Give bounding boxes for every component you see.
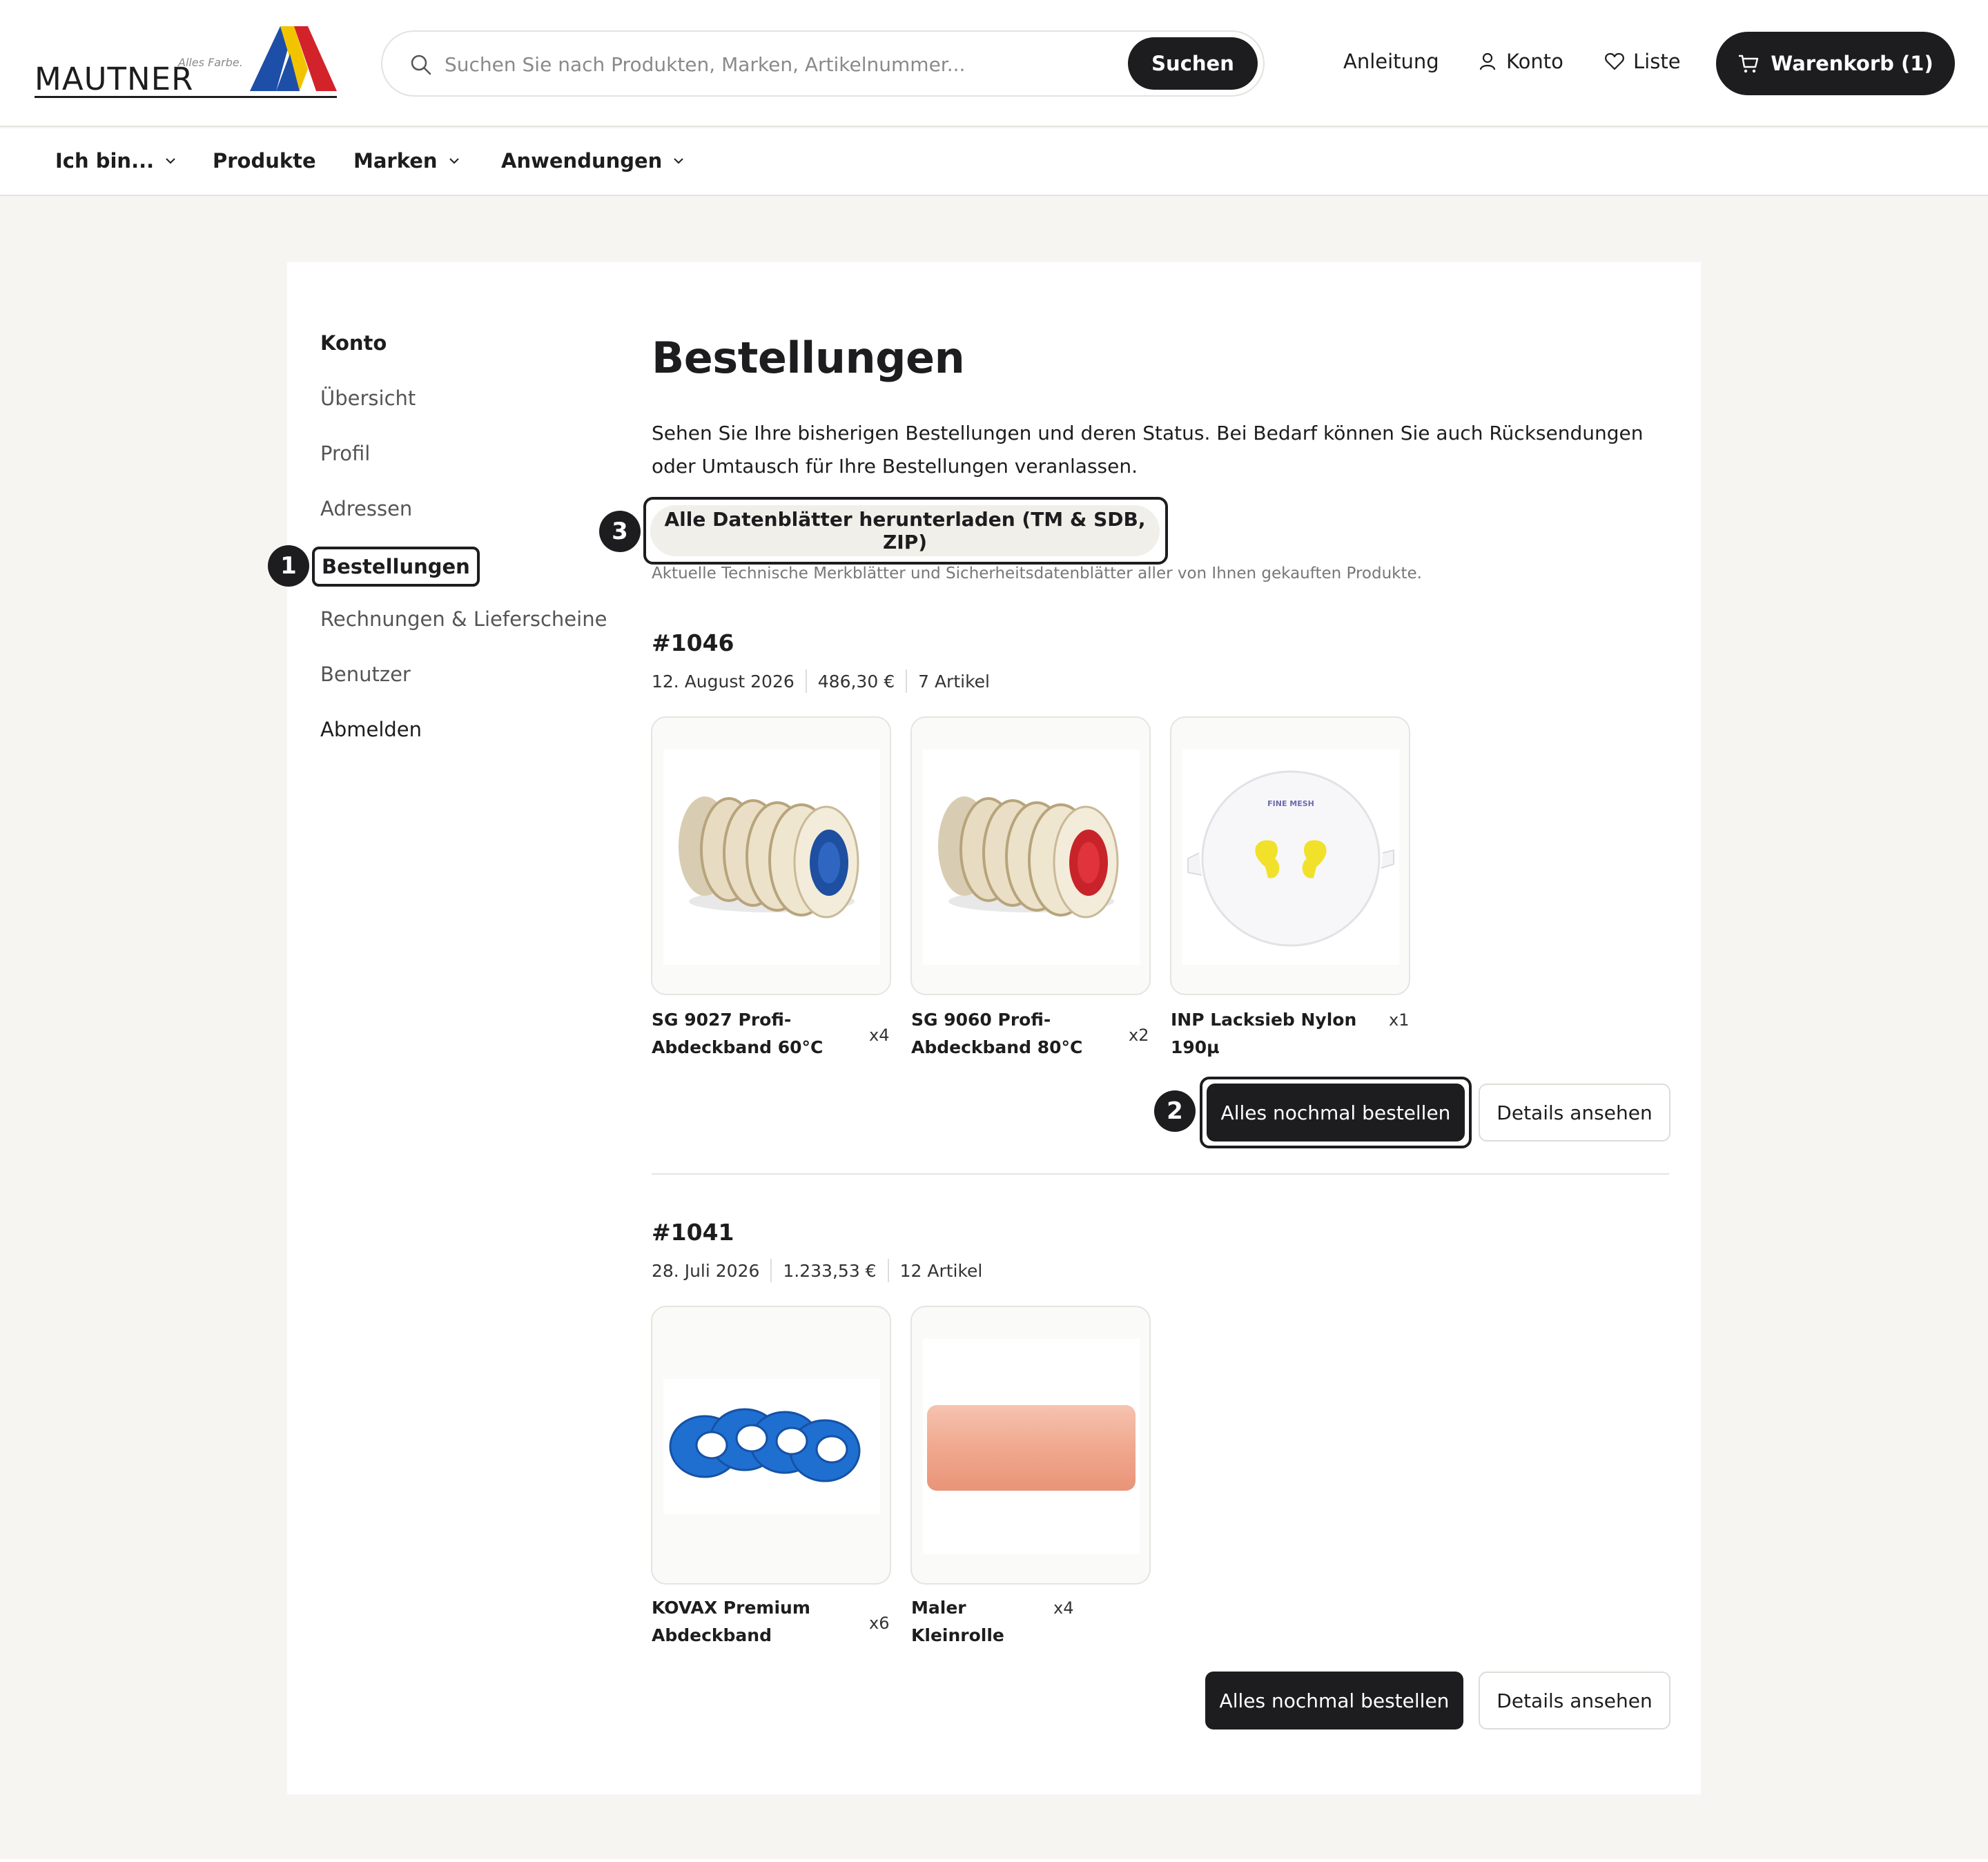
sidebar-item-overview[interactable]: Übersicht <box>320 386 416 410</box>
view-details-button[interactable]: Details ansehen <box>1479 1084 1670 1141</box>
product-tile[interactable] <box>651 716 891 995</box>
wishlist-label: Liste <box>1633 50 1681 73</box>
order-divider <box>652 1173 1669 1175</box>
cart-label: Warenkorb (1) <box>1771 52 1933 75</box>
wishlist-link[interactable]: Liste <box>1604 50 1681 73</box>
cart-button[interactable]: Warenkorb (1) <box>1716 32 1955 95</box>
footer-edge <box>0 1859 1988 1862</box>
sidebar-item-users[interactable]: Benutzer <box>320 663 411 686</box>
order-item-count: 7 Artikel <box>918 671 990 692</box>
reorder-all-button[interactable]: Alles nochmal bestellen <box>1205 1672 1463 1729</box>
download-note: Aktuelle Technische Merkblätter und Sich… <box>652 565 1422 582</box>
product-name[interactable]: INP Lacksieb Nylon 190µ <box>1171 1006 1385 1061</box>
view-details-button[interactable]: Details ansehen <box>1479 1672 1670 1729</box>
meta-divider <box>887 1259 889 1282</box>
meta-divider <box>805 669 807 693</box>
download-datasheets-button[interactable]: Alle Datenblätter herunterladen (TM & SD… <box>650 505 1160 556</box>
product-name[interactable]: SG 9060 Profi-Abdeckband 80°C <box>911 1006 1118 1061</box>
product-tile[interactable] <box>910 1306 1151 1585</box>
chevron-down-icon <box>166 158 175 164</box>
nav-products[interactable]: Produkte <box>213 149 316 173</box>
nav-applications[interactable]: Anwendungen <box>501 149 685 173</box>
order-id[interactable]: #1046 <box>652 629 734 656</box>
order-meta: 12. August 2026 486,30 € 7 Artikel <box>652 669 990 693</box>
reorder-all-button[interactable]: Alles nochmal bestellen <box>1207 1084 1465 1141</box>
product-tile[interactable]: FINE MESH <box>1170 716 1410 995</box>
logo-tagline: Alles Farbe. <box>178 56 243 69</box>
order-date: 12. August 2026 <box>652 671 795 692</box>
main-navigation: Ich bin... Produkte Marken Anwendungen <box>0 128 1988 196</box>
paint-strainer-icon: FINE MESH <box>1182 749 1399 965</box>
product-tile[interactable] <box>910 716 1151 995</box>
nav-applications-label: Anwendungen <box>501 149 663 173</box>
step-badge-3: 3 <box>599 511 641 552</box>
account-label: Konto <box>1506 50 1563 73</box>
product-quantity: x4 <box>1053 1598 1074 1618</box>
sidebar-item-invoices[interactable]: Rechnungen & Lieferscheine <box>320 607 607 631</box>
user-icon <box>1479 52 1496 70</box>
meta-divider <box>770 1259 772 1282</box>
meta-divider <box>906 669 908 693</box>
masking-tape-red-core-icon <box>923 749 1140 965</box>
nav-brands[interactable]: Marken <box>353 149 461 173</box>
product-name[interactable]: KOVAX Premium Abdeckband <box>652 1594 859 1649</box>
sidebar-item-addresses[interactable]: Adressen <box>320 497 412 520</box>
sidebar-item-logout[interactable]: Abmelden <box>320 718 422 741</box>
chevron-down-icon <box>674 158 684 164</box>
guide-link[interactable]: Anleitung <box>1343 50 1439 73</box>
search-bar: Suchen <box>381 30 1265 97</box>
product-quantity: x4 <box>869 1026 890 1045</box>
heart-icon <box>1605 52 1624 70</box>
mautner-logo[interactable]: MAUTNER Alles Farbe. <box>35 26 338 102</box>
product-quantity: x1 <box>1389 1010 1410 1030</box>
account-link[interactable]: Konto <box>1477 50 1563 73</box>
search-input[interactable] <box>445 46 1107 83</box>
logo-m-icon <box>250 26 337 91</box>
site-header: MAUTNER Alles Farbe. Suchen Anleitung Ko… <box>0 0 1988 127</box>
order-item-count: 12 Artikel <box>899 1260 983 1281</box>
search-icon <box>411 55 431 75</box>
product-tile[interactable] <box>651 1306 891 1585</box>
step-badge-1: 1 <box>268 545 309 587</box>
order-total: 1.233,53 € <box>783 1260 877 1281</box>
step-badge-2: 2 <box>1154 1090 1196 1132</box>
nav-brands-label: Marken <box>353 149 438 173</box>
logo-underline <box>35 96 337 98</box>
order-id[interactable]: #1041 <box>652 1219 734 1246</box>
product-quantity: x6 <box>869 1614 890 1633</box>
page-description: Sehen Sie Ihre bisherigen Bestellungen u… <box>652 422 1644 478</box>
sidebar-item-profile[interactable]: Profil <box>320 442 370 465</box>
product-quantity: x2 <box>1129 1026 1149 1045</box>
guide-label: Anleitung <box>1343 50 1439 73</box>
chevron-down-icon <box>449 158 459 164</box>
nav-iam-label: Ich bin... <box>55 149 155 173</box>
page-title: Bestellungen <box>652 333 965 383</box>
cart-icon <box>1739 55 1759 73</box>
search-button[interactable]: Suchen <box>1128 37 1258 90</box>
logo-wordmark: MAUTNER <box>35 61 194 97</box>
nav-products-label: Produkte <box>213 149 316 173</box>
nav-iam[interactable]: Ich bin... <box>55 149 177 173</box>
sidebar-item-orders[interactable]: Bestellungen <box>312 547 480 587</box>
product-name[interactable]: SG 9027 Profi-Abdeckband 60°C <box>652 1006 859 1061</box>
order-meta: 28. Juli 2026 1.233,53 € 12 Artikel <box>652 1259 982 1282</box>
paint-roller-sleeve-icon <box>923 1339 1140 1554</box>
masking-tape-blue-core-icon <box>663 749 880 965</box>
strainer-label: FINE MESH <box>1267 799 1314 808</box>
blue-tape-rolls-icon <box>663 1379 880 1514</box>
sidebar-heading: Konto <box>320 331 387 355</box>
order-date: 28. Juli 2026 <box>652 1260 760 1281</box>
order-total: 486,30 € <box>817 671 895 692</box>
product-name[interactable]: Maler Kleinrolle <box>911 1594 1049 1649</box>
